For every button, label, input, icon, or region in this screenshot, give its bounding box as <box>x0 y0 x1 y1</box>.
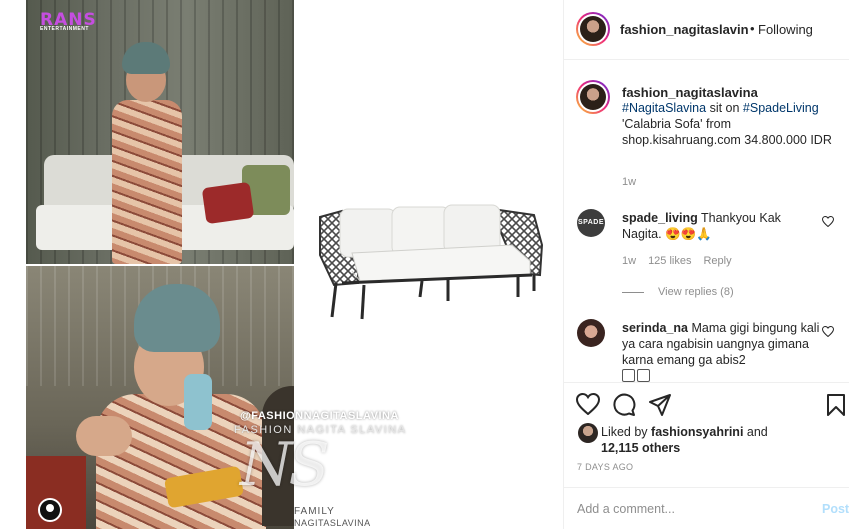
hand <box>76 416 132 456</box>
comment-username[interactable]: serinda_na <box>622 321 688 335</box>
head-towel <box>134 284 220 352</box>
watermark-monogram: NS <box>240 430 330 500</box>
liked-by-others[interactable]: 12,115 others <box>601 441 680 455</box>
head-towel <box>122 42 170 74</box>
comment-username[interactable]: spade_living <box>622 211 698 225</box>
person-standing <box>108 40 186 264</box>
watermark-handle: @FASHIONNAGITASLAVINA <box>240 410 399 422</box>
emoji-icon <box>637 369 650 382</box>
face-mask <box>184 374 212 430</box>
action-bar <box>564 382 849 428</box>
comment-spade: spade_living Thankyou Kak Nagita. 😍😍🙏 <box>622 210 822 242</box>
watermark-family: FAMILY <box>294 506 335 517</box>
commenter-avatar-spade[interactable]: SPADE <box>577 209 605 237</box>
caption-username[interactable]: fashion_nagitaslavina <box>622 85 758 100</box>
liked-by-prefix: Liked by <box>601 425 652 439</box>
caption-avatar[interactable] <box>576 80 610 114</box>
comment-like-heart-icon[interactable] <box>821 325 835 340</box>
share-send-icon[interactable] <box>648 393 674 419</box>
caption-time[interactable]: 1w <box>622 176 636 188</box>
caption-text-part1: sit on <box>706 101 743 115</box>
watermark-name: FASHION NAGITA SLAVINA <box>234 424 407 436</box>
pillow-red <box>201 181 255 225</box>
liker-avatar[interactable] <box>578 423 598 443</box>
pajama-body <box>112 100 182 264</box>
comment-time[interactable]: 1w <box>622 255 636 267</box>
post-date[interactable]: 7 DAYS AGO <box>577 462 633 472</box>
comment-reply-button[interactable]: Reply <box>703 255 731 267</box>
replies-divider <box>622 291 644 293</box>
photo-standing <box>26 0 294 264</box>
hashtag-spadeliving[interactable]: #SpadeLiving <box>743 101 819 115</box>
emoji-icon <box>622 369 635 382</box>
add-comment-input[interactable] <box>577 502 777 516</box>
post-side-panel: fashion_nagitaslavina • Following fashio… <box>563 0 849 529</box>
like-heart-icon[interactable] <box>575 392 602 419</box>
sofa-product-image <box>319 204 544 320</box>
header-separator: • <box>750 21 755 36</box>
comment-likes[interactable]: 125 likes <box>648 255 691 267</box>
save-bookmark-icon[interactable] <box>826 393 849 419</box>
comment-serinda: serinda_na Mama gigi bingung kali ya car… <box>622 320 822 384</box>
rans-logo-subtitle: ENTERTAINMENT <box>40 26 89 32</box>
comment-like-heart-icon[interactable] <box>821 215 835 230</box>
author-avatar[interactable] <box>576 12 610 46</box>
hashtag-nagitaslavina[interactable]: #NagitaSlavina <box>622 101 706 115</box>
caption-text: #NagitaSlavina sit on #SpadeLiving 'Cala… <box>622 100 840 148</box>
comment-meta: 1w 125 likes Reply <box>622 255 744 267</box>
liked-by-and: and <box>743 425 768 439</box>
header-username[interactable]: fashion_nagitaslavina <box>620 22 748 37</box>
view-replies-button[interactable]: View replies (8) <box>622 286 734 298</box>
liked-by-text: Liked by fashionsyahrini and 12,115 other… <box>601 424 801 456</box>
watermark-family2: NAGITASLAVINA <box>294 518 371 528</box>
view-replies-label: View replies (8) <box>658 286 734 298</box>
add-comment-bar: Post <box>564 487 849 529</box>
comment-bubble-icon[interactable] <box>612 393 638 419</box>
caption-text-part2: 'Calabria Sofa' from shop.kisahruang.com… <box>622 117 832 147</box>
user-tag-icon[interactable] <box>38 498 62 522</box>
post-comment-button[interactable]: Post <box>822 502 849 516</box>
liked-by-user[interactable]: fashionsyahrini <box>651 425 743 439</box>
post-header: fashion_nagitaslavina • Following <box>564 0 849 60</box>
following-button[interactable]: Following <box>758 22 813 37</box>
post-media[interactable]: RANS ENTERTAINMENT NS @FASHIONNAGITASLAV… <box>0 0 563 529</box>
commenter-avatar-serinda[interactable] <box>577 319 605 347</box>
